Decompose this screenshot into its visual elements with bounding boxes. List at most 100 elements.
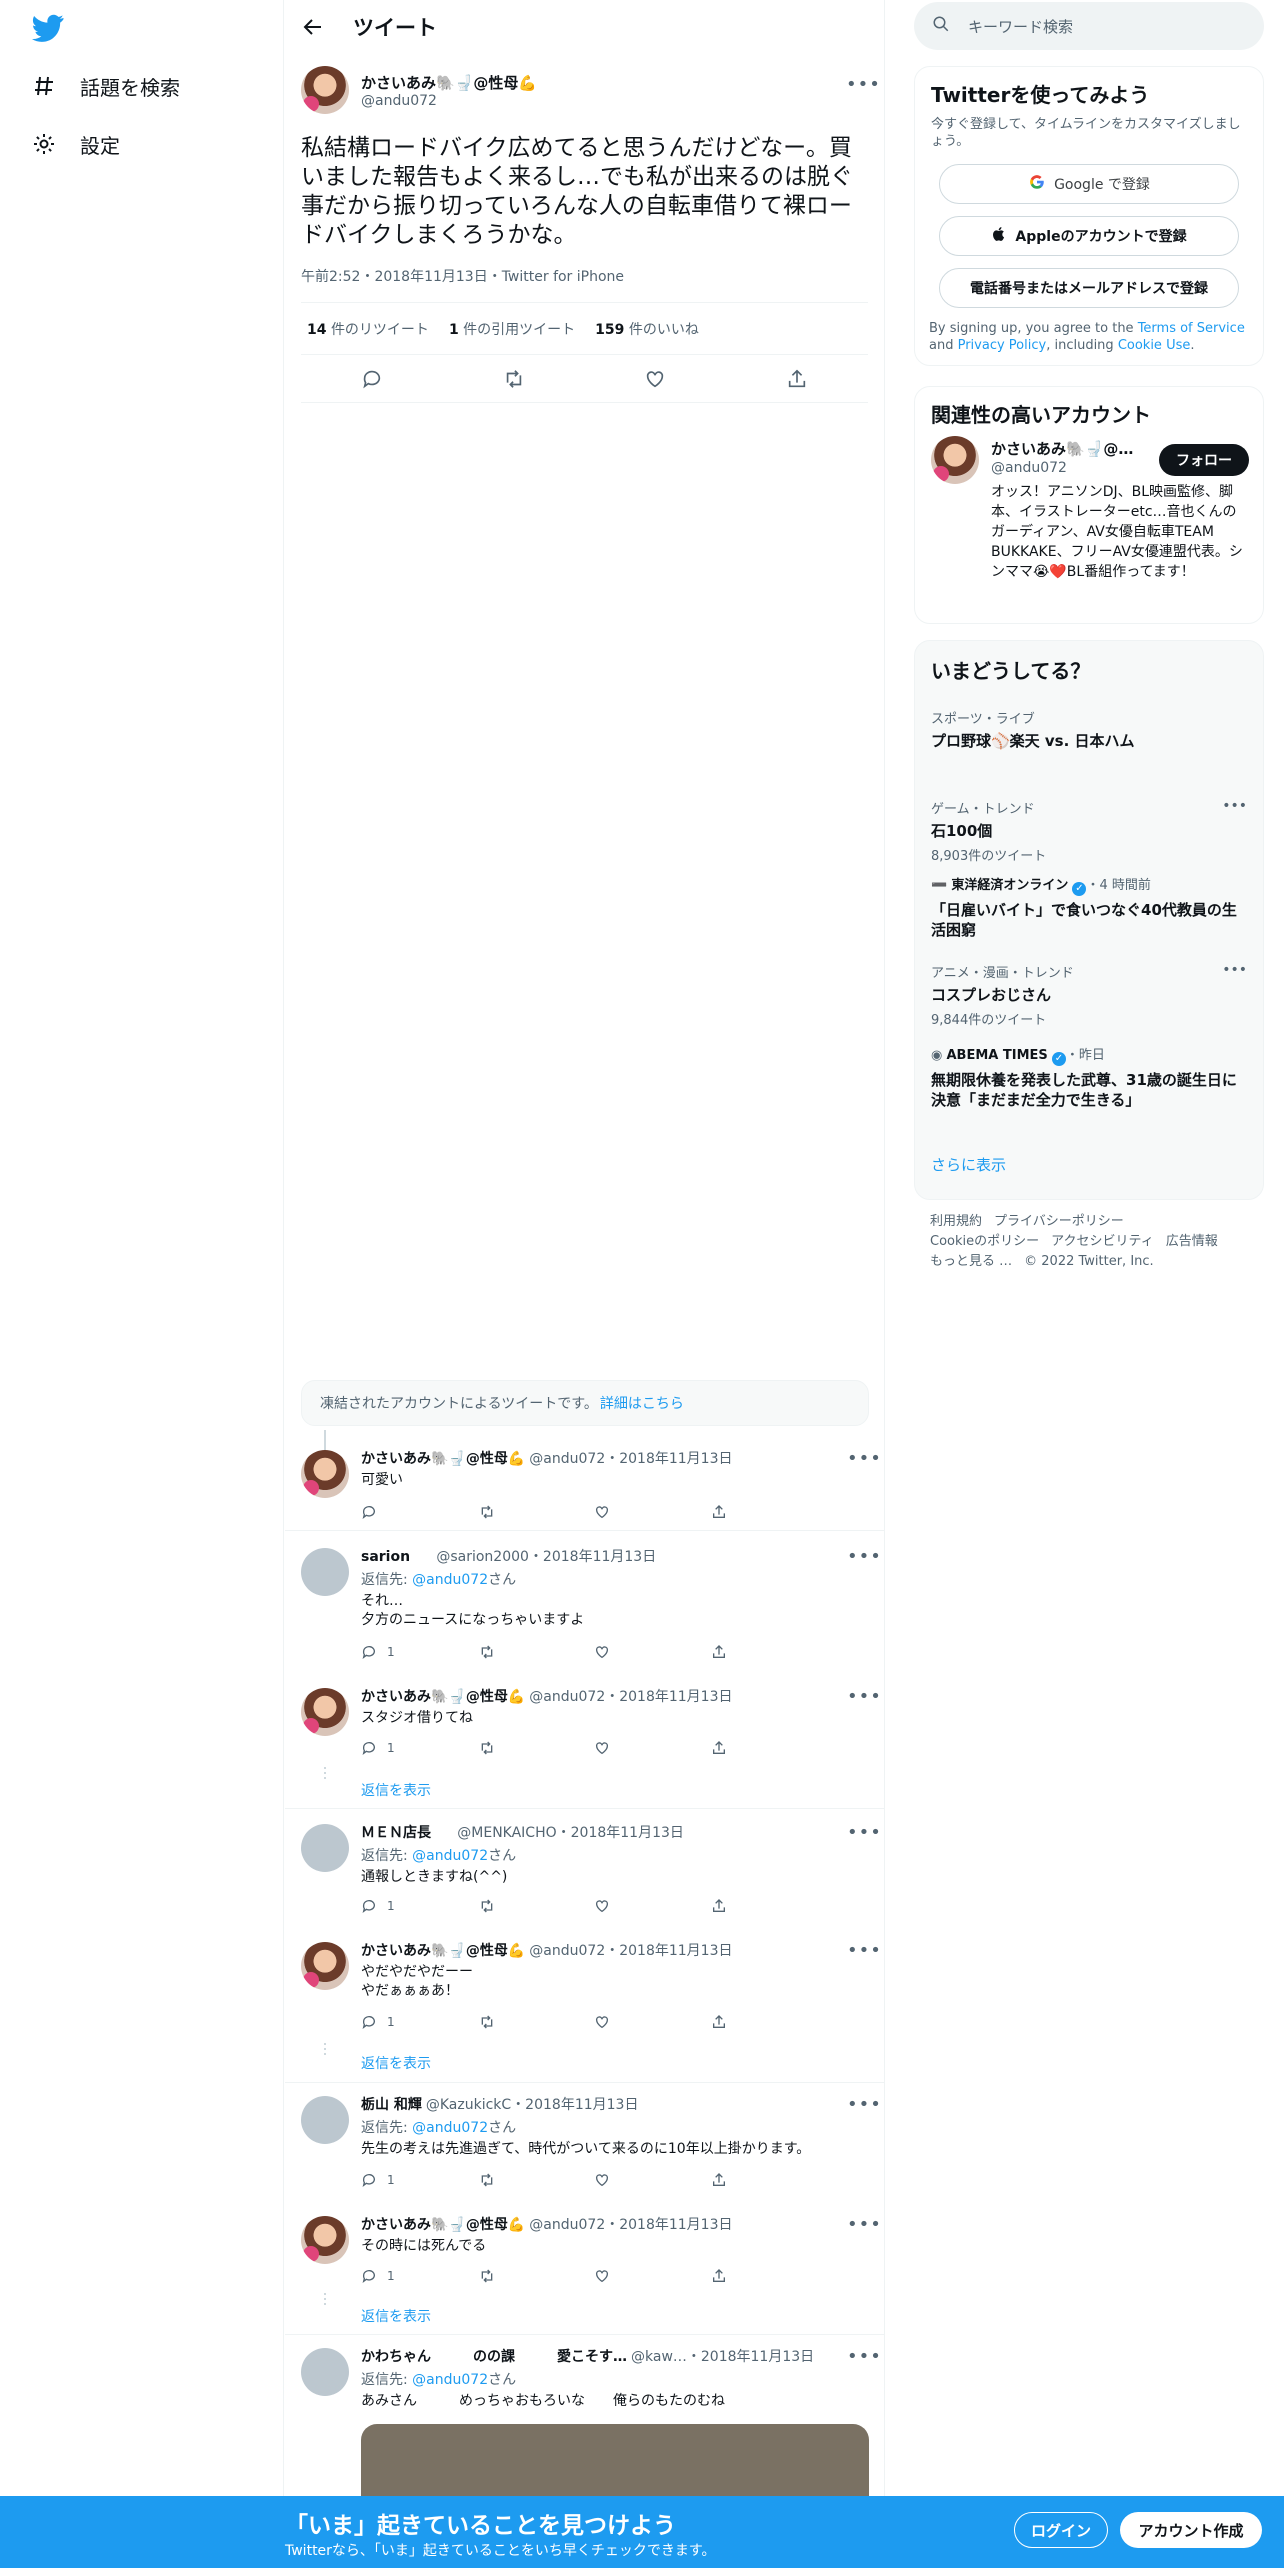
related-account[interactable]: かさいあみ🐘🚽@… @andu072 フォロー オッス！アニソンDJ、BL映画監… — [931, 436, 1249, 606]
reply-icon[interactable] — [361, 1504, 431, 1520]
avatar[interactable] — [301, 2096, 349, 2144]
more-options-icon[interactable]: ••• — [846, 74, 880, 95]
show-replies-link[interactable]: 返信を表示 — [361, 2306, 431, 2326]
avatar[interactable] — [301, 66, 349, 114]
learn-more-link[interactable]: 詳細はこちら — [600, 1393, 684, 1413]
avatar[interactable] — [301, 1688, 349, 1736]
related-account-handle[interactable]: @andu072 — [991, 460, 1067, 476]
author-name[interactable]: かさいあみ🐘🚽@性母💪 — [361, 72, 537, 93]
share-icon[interactable] — [711, 1504, 781, 1520]
back-arrow-icon[interactable] — [301, 15, 325, 39]
like-icon[interactable] — [594, 1644, 664, 1660]
avatar[interactable] — [301, 1450, 349, 1498]
trend-news-item[interactable]: ◉ ABEMA TIMES ✓ ・昨日 無期限休養を発表した武尊、31歳の誕生日に… — [931, 1044, 1247, 1154]
reply-tweet[interactable]: かさいあみ🐘🚽@性母💪 @andu072・2018年11月13日 その時には死んで… — [285, 2204, 885, 2312]
apple-signup-button[interactable]: Appleのアカウントで登録 — [939, 216, 1239, 256]
footer-link[interactable]: もっと見る … — [930, 1254, 1012, 1269]
footer-link[interactable]: Cookieのポリシー — [930, 1234, 1039, 1249]
reply-tweet[interactable]: ＭＥＮ店長 @MENKAICHO・2018年11月13日 返信先: @andu0… — [285, 1812, 885, 1930]
more-options-icon[interactable]: ••• — [1222, 962, 1247, 978]
avatar[interactable] — [931, 436, 979, 484]
more-options-icon[interactable]: ••• — [847, 2346, 881, 2367]
share-icon[interactable] — [711, 1740, 781, 1756]
like-count[interactable]: 159 件のいいね — [595, 319, 699, 339]
footer-link[interactable]: 広告情報 — [1166, 1234, 1218, 1249]
more-options-icon[interactable]: ••• — [847, 1546, 881, 1567]
more-options-icon[interactable]: ••• — [847, 2214, 881, 2235]
like-icon[interactable] — [594, 2014, 664, 2030]
phone-email-signup-button[interactable]: 電話番号またはメールアドレスで登録 — [939, 268, 1239, 308]
show-replies-link[interactable]: 返信を表示 — [361, 2053, 431, 2073]
avatar[interactable] — [301, 2216, 349, 2264]
tweet-timestamp[interactable]: 午前2:52・2018年11月13日・Twitter for iPhone — [301, 266, 868, 303]
retweet-icon[interactable] — [478, 2014, 548, 2030]
reply-actions — [361, 1504, 781, 1520]
more-options-icon[interactable]: ••• — [847, 2094, 881, 2115]
cookie-link[interactable]: Cookie Use — [1118, 338, 1191, 353]
more-options-icon[interactable]: ••• — [847, 1940, 881, 1961]
reply-tweet[interactable]: かさいあみ🐘🚽@性母💪 @andu072・2018年11月13日 スタジオ借りてね… — [285, 1676, 885, 1784]
author-handle[interactable]: @andu072 — [361, 93, 537, 109]
more-options-icon[interactable]: ••• — [847, 1448, 881, 1469]
like-icon[interactable] — [594, 1504, 664, 1520]
share-icon[interactable] — [711, 2268, 781, 2284]
footer-link[interactable]: 利用規約 — [930, 1214, 982, 1229]
trend-item[interactable]: アニメ・漫画・トレンド コスプレおじさん 9,844件のツイート ••• — [931, 962, 1247, 1044]
quote-count[interactable]: 1 件の引用ツイート — [449, 319, 575, 339]
show-replies-link[interactable]: 返信を表示 — [361, 1780, 431, 1800]
follow-button[interactable]: フォロー — [1159, 444, 1249, 476]
reply-icon[interactable]: 1 — [361, 2268, 431, 2284]
reply-icon[interactable]: 1 — [361, 1740, 431, 1756]
share-icon[interactable] — [785, 367, 809, 391]
avatar[interactable] — [301, 1548, 349, 1596]
share-icon[interactable] — [711, 2172, 781, 2188]
reply-icon[interactable]: 1 — [361, 1644, 431, 1660]
retweet-count[interactable]: 14 件のリツイート — [307, 319, 429, 339]
privacy-link[interactable]: Privacy Policy — [958, 338, 1047, 353]
reply-icon[interactable] — [360, 367, 384, 391]
retweet-icon[interactable] — [478, 1644, 548, 1660]
like-icon[interactable] — [594, 1740, 664, 1756]
reply-icon[interactable]: 1 — [361, 2014, 431, 2030]
reply-tweet[interactable]: sarion @sarion2000・2018年11月13日 返信先: @and… — [285, 1536, 885, 1676]
retweet-icon[interactable] — [478, 1740, 548, 1756]
like-icon[interactable] — [643, 367, 667, 391]
reply-tweet[interactable]: 栃山 和輝 @KazukickC・2018年11月13日 返信先: @andu07… — [285, 2084, 885, 2202]
more-options-icon[interactable]: ••• — [847, 1822, 881, 1843]
nav-settings[interactable]: 設定 — [30, 124, 120, 164]
retweet-icon[interactable] — [478, 2268, 548, 2284]
reply-tweet[interactable]: かさいあみ🐘🚽@性母💪 @andu072・2018年11月13日 やだやだやだーー… — [285, 1930, 885, 2040]
retweet-icon[interactable] — [478, 1898, 548, 1914]
retweet-icon[interactable] — [502, 367, 526, 391]
footer-link[interactable]: アクセシビリティ — [1051, 1234, 1154, 1249]
signup-button[interactable]: アカウント作成 — [1120, 2512, 1262, 2548]
reply-icon[interactable]: 1 — [361, 1898, 431, 1914]
reply-tweet[interactable]: かさいあみ🐘🚽@性母💪 @andu072・2018年11月13日 可愛い ••• — [285, 1438, 885, 1530]
footer-link[interactable]: プライバシーポリシー — [994, 1214, 1124, 1229]
share-icon[interactable] — [711, 1644, 781, 1660]
search-input[interactable]: キーワード検索 — [914, 2, 1264, 50]
nav-explore[interactable]: 話題を検索 — [30, 66, 180, 106]
more-options-icon[interactable]: ••• — [1222, 798, 1247, 814]
like-icon[interactable] — [594, 2172, 664, 2188]
avatar[interactable] — [301, 1942, 349, 1990]
trend-news-item[interactable]: ➖ 東洋経済オンライン ✓ ・4 時間前 「日雇いバイト」で食いつなぐ40代教員の… — [931, 874, 1247, 962]
login-button[interactable]: ログイン — [1014, 2512, 1108, 2548]
share-icon[interactable] — [711, 2014, 781, 2030]
trend-item[interactable]: ゲーム・トレンド 石100個 8,903件のツイート ••• — [931, 798, 1247, 874]
retweet-icon[interactable] — [478, 2172, 548, 2188]
retweet-icon[interactable] — [478, 1504, 548, 1520]
trend-item[interactable]: スポーツ・ライブ プロ野球⚾楽天 vs. 日本ハム — [931, 708, 1247, 798]
like-icon[interactable] — [594, 2268, 664, 2284]
avatar[interactable] — [301, 2348, 349, 2396]
twitter-logo-icon[interactable] — [31, 14, 64, 42]
terms-link[interactable]: Terms of Service — [1138, 321, 1245, 336]
share-icon[interactable] — [711, 1898, 781, 1914]
avatar[interactable] — [301, 1824, 349, 1872]
google-signup-button[interactable]: Google で登録 — [939, 164, 1239, 204]
like-icon[interactable] — [594, 1898, 664, 1914]
show-more-link[interactable]: さらに表示 — [931, 1154, 1247, 1175]
related-account-name[interactable]: かさいあみ🐘🚽@… — [991, 438, 1151, 459]
more-options-icon[interactable]: ••• — [847, 1686, 881, 1707]
reply-icon[interactable]: 1 — [361, 2172, 431, 2188]
